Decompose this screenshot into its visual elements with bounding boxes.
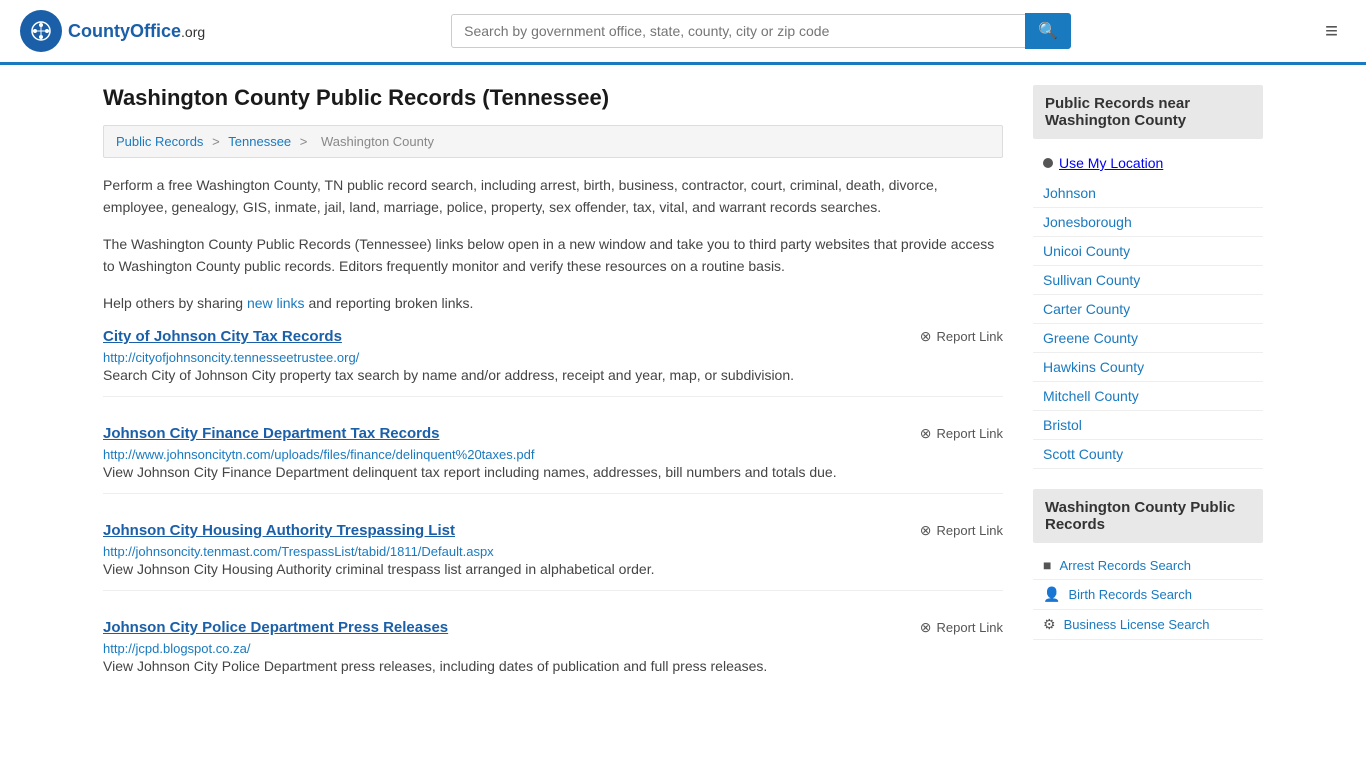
breadcrumb-sep2: > — [300, 134, 311, 149]
search-input[interactable] — [451, 14, 1025, 48]
nearby-place-item[interactable]: Mitchell County — [1033, 382, 1263, 411]
record-type-icon: 👤 — [1043, 586, 1060, 603]
nearby-place-link[interactable]: Greene County — [1043, 330, 1138, 346]
record-type-link[interactable]: Arrest Records Search — [1059, 558, 1191, 573]
records-section-header: Washington County Public Records — [1033, 489, 1263, 543]
record-type-link[interactable]: Business License Search — [1064, 617, 1210, 632]
new-links-link[interactable]: new links — [247, 295, 305, 311]
record-title[interactable]: Johnson City Housing Authority Trespassi… — [103, 522, 455, 539]
report-icon: ⊗ — [920, 619, 932, 636]
nearby-place-item[interactable]: Hawkins County — [1033, 353, 1263, 382]
nearby-place-item[interactable]: Unicoi County — [1033, 237, 1263, 266]
nearby-places-list: Johnson Jonesborough Unicoi County Sullivan… — [1033, 179, 1263, 469]
search-icon: 🔍 — [1038, 23, 1058, 40]
nearby-place-item[interactable]: Sullivan County — [1033, 266, 1263, 295]
nearby-place-link[interactable]: Carter County — [1043, 301, 1130, 317]
nearby-place-link[interactable]: Hawkins County — [1043, 359, 1144, 375]
report-link[interactable]: ⊗ Report Link — [920, 425, 1003, 442]
nearby-place-link[interactable]: Jonesborough — [1043, 214, 1132, 230]
record-url[interactable]: http://johnsoncity.tenmast.com/TrespassL… — [103, 544, 494, 559]
record-title[interactable]: Johnson City Police Department Press Rel… — [103, 619, 448, 636]
record-entry: Johnson City Finance Department Tax Reco… — [103, 425, 1003, 494]
nearby-place-item[interactable]: Carter County — [1033, 295, 1263, 324]
report-link-label: Report Link — [937, 523, 1003, 538]
report-link-label: Report Link — [937, 620, 1003, 635]
sidebar-record-item[interactable]: 👤 Birth Records Search — [1033, 580, 1263, 610]
report-link-label: Report Link — [937, 426, 1003, 441]
nearby-place-item[interactable]: Johnson — [1033, 179, 1263, 208]
record-title[interactable]: City of Johnson City Tax Records — [103, 328, 342, 345]
menu-button[interactable]: ≡ — [1317, 14, 1346, 48]
location-dot-icon — [1043, 158, 1053, 168]
record-desc: View Johnson City Police Department pres… — [103, 656, 1003, 677]
record-title[interactable]: Johnson City Finance Department Tax Reco… — [103, 425, 439, 442]
breadcrumb-public-records[interactable]: Public Records — [116, 134, 203, 149]
nearby-place-link[interactable]: Mitchell County — [1043, 388, 1139, 404]
record-desc: View Johnson City Finance Department del… — [103, 462, 1003, 483]
sidebar: Public Records near Washington County Us… — [1033, 85, 1263, 715]
nearby-place-link[interactable]: Sullivan County — [1043, 272, 1140, 288]
nearby-header: Public Records near Washington County — [1033, 85, 1263, 139]
record-entry: City of Johnson City Tax Records ⊗ Repor… — [103, 328, 1003, 397]
use-location-link[interactable]: Use My Location — [1059, 155, 1163, 171]
use-location-item[interactable]: Use My Location — [1033, 147, 1263, 179]
record-url[interactable]: http://www.johnsoncitytn.com/uploads/fil… — [103, 447, 534, 462]
report-icon: ⊗ — [920, 522, 932, 539]
record-entry: Johnson City Police Department Press Rel… — [103, 619, 1003, 687]
record-desc: Search City of Johnson City property tax… — [103, 365, 1003, 386]
record-type-link[interactable]: Birth Records Search — [1068, 587, 1192, 602]
logo-icon — [20, 10, 62, 52]
search-area: 🔍 — [451, 13, 1071, 49]
nearby-place-item[interactable]: Scott County — [1033, 440, 1263, 469]
record-links-list: ■ Arrest Records Search 👤 Birth Records … — [1033, 551, 1263, 640]
header: CountyOffice.org 🔍 ≡ — [0, 0, 1366, 65]
report-link[interactable]: ⊗ Report Link — [920, 522, 1003, 539]
page-title: Washington County Public Records (Tennes… — [103, 85, 1003, 111]
breadcrumb-tennessee[interactable]: Tennessee — [228, 134, 291, 149]
records-container: City of Johnson City Tax Records ⊗ Repor… — [103, 328, 1003, 687]
logo-text: CountyOffice.org — [68, 21, 205, 42]
record-type-icon: ■ — [1043, 557, 1051, 573]
content-area: Washington County Public Records (Tennes… — [103, 85, 1003, 715]
nearby-place-link[interactable]: Scott County — [1043, 446, 1123, 462]
description-2: The Washington County Public Records (Te… — [103, 233, 1003, 278]
menu-icon: ≡ — [1325, 18, 1338, 43]
nearby-place-link[interactable]: Johnson — [1043, 185, 1096, 201]
sidebar-record-item[interactable]: ⚙ Business License Search — [1033, 610, 1263, 640]
record-url[interactable]: http://cityofjohnsoncity.tennesseetruste… — [103, 350, 359, 365]
nearby-place-link[interactable]: Bristol — [1043, 417, 1082, 433]
breadcrumb-washington-county: Washington County — [321, 134, 434, 149]
report-icon: ⊗ — [920, 328, 932, 345]
report-link[interactable]: ⊗ Report Link — [920, 328, 1003, 345]
nearby-place-item[interactable]: Greene County — [1033, 324, 1263, 353]
breadcrumb: Public Records > Tennessee > Washington … — [103, 125, 1003, 158]
main-wrapper: Washington County Public Records (Tennes… — [83, 65, 1283, 735]
search-button[interactable]: 🔍 — [1025, 13, 1071, 49]
logo-area[interactable]: CountyOffice.org — [20, 10, 205, 52]
report-link[interactable]: ⊗ Report Link — [920, 619, 1003, 636]
description-3: Help others by sharing new links and rep… — [103, 292, 1003, 314]
report-link-label: Report Link — [937, 329, 1003, 344]
sidebar-record-item[interactable]: ■ Arrest Records Search — [1033, 551, 1263, 580]
report-icon: ⊗ — [920, 425, 932, 442]
breadcrumb-sep1: > — [212, 134, 223, 149]
record-type-icon: ⚙ — [1043, 616, 1056, 633]
record-entry: Johnson City Housing Authority Trespassi… — [103, 522, 1003, 591]
records-section: Washington County Public Records ■ Arres… — [1033, 489, 1263, 640]
record-url[interactable]: http://jcpd.blogspot.co.za/ — [103, 641, 250, 656]
nearby-section: Public Records near Washington County Us… — [1033, 85, 1263, 469]
description-1: Perform a free Washington County, TN pub… — [103, 174, 1003, 219]
nearby-place-item[interactable]: Bristol — [1033, 411, 1263, 440]
nearby-place-item[interactable]: Jonesborough — [1033, 208, 1263, 237]
nearby-place-link[interactable]: Unicoi County — [1043, 243, 1130, 259]
record-desc: View Johnson City Housing Authority crim… — [103, 559, 1003, 580]
